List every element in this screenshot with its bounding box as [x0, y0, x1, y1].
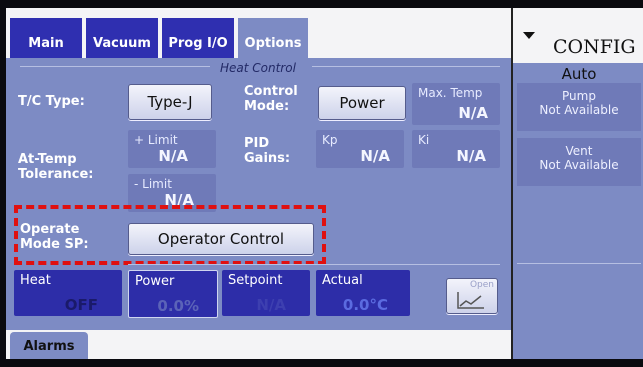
- section-title-heat-control: Heat Control: [220, 61, 296, 75]
- heat-status[interactable]: Heat OFF: [14, 270, 122, 316]
- max-temp-field[interactable]: Max. Temp N/A: [412, 83, 500, 125]
- tab-vacuum[interactable]: Vacuum: [86, 18, 158, 58]
- plus-limit-label: + Limit: [134, 133, 178, 147]
- tab-bar: Main Vacuum Prog I/O Options: [6, 8, 511, 58]
- plus-limit-field[interactable]: + Limit N/A: [128, 130, 216, 168]
- setpoint-value: N/A: [256, 296, 286, 314]
- auto-label: Auto: [561, 65, 597, 83]
- minus-limit-label: - Limit: [134, 177, 172, 191]
- at-temp-tolerance-label: At-Temp Tolerance:: [18, 152, 94, 182]
- auto-area: Auto Pump Not Available Vent Not Availab…: [513, 63, 643, 359]
- pump-value: Not Available: [539, 103, 619, 117]
- config-header[interactable]: CONFIG: [513, 8, 643, 63]
- pump-status[interactable]: Pump Not Available: [517, 83, 641, 131]
- max-temp-value: N/A: [458, 104, 488, 122]
- pump-label: Pump: [562, 89, 596, 103]
- chart-icon: [457, 292, 484, 309]
- operate-mode-button[interactable]: Operator Control: [128, 223, 314, 255]
- tab-options[interactable]: Options: [238, 18, 308, 58]
- config-title: CONFIG: [553, 36, 636, 58]
- kp-field[interactable]: Kp N/A: [316, 130, 404, 168]
- status-divider: [128, 264, 500, 265]
- heat-label: Heat: [20, 273, 51, 288]
- config-panel: CONFIG Auto Pump Not Available Vent Not …: [511, 8, 643, 359]
- heat-value: OFF: [64, 296, 98, 314]
- section-divider-left: [20, 66, 210, 67]
- vent-label: Vent: [565, 144, 593, 158]
- kp-value: N/A: [360, 147, 390, 165]
- actual-status: Actual 0.0°C: [316, 270, 410, 316]
- ki-field[interactable]: Ki N/A: [412, 130, 500, 168]
- plus-limit-value: N/A: [158, 147, 188, 165]
- max-temp-label: Max. Temp: [418, 86, 483, 100]
- power-label: Power: [135, 274, 175, 289]
- open-label: Open: [469, 280, 494, 290]
- hmi-screen: Main Vacuum Prog I/O Options Heat Contro…: [6, 8, 643, 359]
- vent-value: Not Available: [539, 158, 619, 172]
- right-panel-divider: [517, 263, 641, 264]
- control-mode-label: Control Mode:: [244, 84, 298, 114]
- pid-gains-label: PID Gains:: [244, 136, 291, 166]
- setpoint-status: Setpoint N/A: [222, 270, 310, 316]
- tab-prog-io[interactable]: Prog I/O: [162, 18, 234, 58]
- tab-main[interactable]: Main: [10, 18, 82, 58]
- tc-type-button[interactable]: Type-J: [128, 84, 212, 120]
- power-value: 0.0%: [157, 297, 199, 315]
- ki-value: N/A: [456, 147, 486, 165]
- ki-label: Ki: [418, 133, 430, 147]
- vent-status[interactable]: Vent Not Available: [517, 138, 641, 186]
- open-chart-button[interactable]: Open: [446, 278, 498, 314]
- actual-value: 0.0°C: [342, 296, 388, 314]
- operate-mode-label: Operate Mode SP:: [20, 222, 89, 252]
- kp-label: Kp: [322, 133, 338, 147]
- power-status: Power 0.0%: [128, 270, 218, 318]
- tc-type-label: T/C Type:: [18, 94, 85, 109]
- setpoint-label: Setpoint: [228, 273, 283, 288]
- control-mode-button[interactable]: Power: [318, 86, 406, 120]
- tab-alarms[interactable]: Alarms: [10, 332, 88, 359]
- dropdown-arrow-icon: [523, 32, 535, 39]
- section-divider-right: [312, 66, 500, 67]
- actual-label: Actual: [322, 273, 363, 288]
